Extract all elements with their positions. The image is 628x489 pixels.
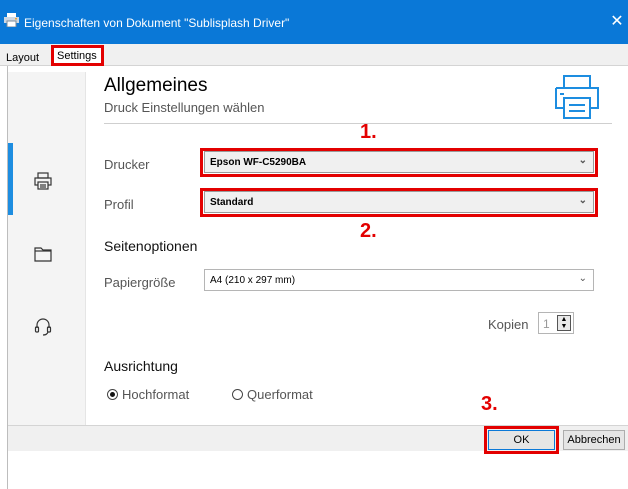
printer-app-icon	[4, 13, 19, 27]
highlight-ok-button	[484, 426, 559, 454]
radio-selected-icon	[107, 389, 118, 400]
stepper-arrows-icon[interactable]: ▲ ▼	[557, 315, 571, 331]
kopien-label: Kopien	[488, 317, 529, 332]
profil-label: Profil	[104, 197, 134, 212]
printer-large-icon	[555, 75, 599, 119]
annotation-step-2: 2.	[360, 220, 377, 242]
chevron-down-icon: ⌄	[578, 273, 587, 284]
headset-icon[interactable]	[33, 316, 53, 336]
tab-layout[interactable]: Layout	[6, 52, 39, 64]
highlight-profil	[200, 188, 598, 217]
radio-unselected-icon	[232, 389, 243, 400]
window-title: Eigenschaften von Dokument "Sublisplash …	[24, 16, 290, 30]
annotation-step-1: 1.	[360, 121, 377, 143]
querformat-label: Querformat	[247, 387, 313, 402]
annotation-step-3: 3.	[481, 393, 498, 415]
hochformat-label: Hochformat	[122, 387, 190, 402]
drucker-label: Drucker	[104, 157, 150, 172]
papiergroesse-value: A4 (210 x 297 mm)	[210, 275, 296, 286]
cancel-button[interactable]: Abbrechen	[563, 430, 625, 450]
kopien-stepper[interactable]: 1 ▲ ▼	[538, 312, 574, 334]
title-bar: Eigenschaften von Dokument "Sublisplash …	[0, 0, 628, 44]
papiergroesse-label: Papiergröße	[104, 275, 176, 290]
printer-icon[interactable]	[33, 171, 53, 191]
header-divider	[104, 123, 612, 124]
highlight-settings-tab	[51, 45, 104, 66]
ausrichtung-heading: Ausrichtung	[104, 358, 178, 374]
close-icon[interactable]: ✕	[608, 12, 626, 32]
kopien-value: 1	[543, 317, 550, 331]
highlight-drucker	[200, 148, 598, 177]
sidebar-selection-indicator	[8, 143, 13, 215]
page-subtitle: Druck Einstellungen wählen	[104, 100, 265, 115]
page-title: Allgemeines	[104, 75, 208, 96]
papiergroesse-select[interactable]: A4 (210 x 297 mm) ⌄	[204, 269, 594, 291]
seitenoptionen-heading: Seitenoptionen	[104, 238, 198, 254]
radio-querformat[interactable]: Querformat	[232, 387, 313, 402]
folder-icon[interactable]	[33, 244, 53, 264]
radio-hochformat[interactable]: Hochformat	[107, 387, 189, 402]
